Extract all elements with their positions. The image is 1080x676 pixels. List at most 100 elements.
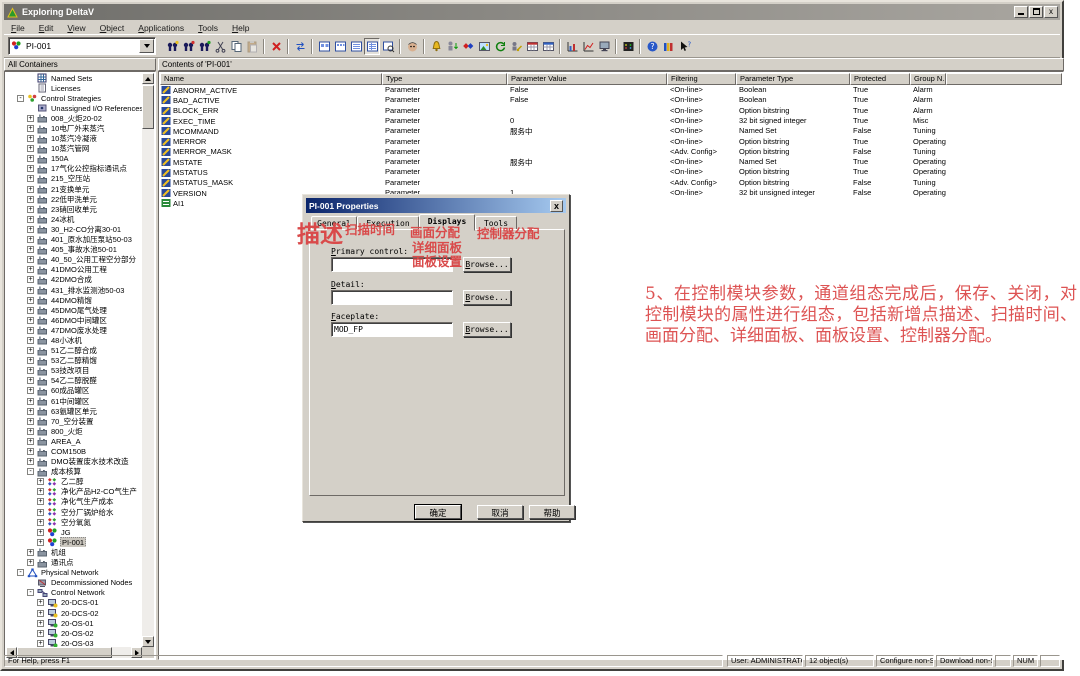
tree-item-com150b[interactable]: +COM150B <box>5 446 142 456</box>
table-row-mstate[interactable]: MSTATEParameter服务中<On-line>Named SetTrue… <box>160 157 1062 167</box>
expand-icon[interactable]: + <box>27 428 34 435</box>
tree-item-20-os-02[interactable]: +20-OS-02 <box>5 628 142 638</box>
binoculars-green-icon[interactable] <box>196 38 212 55</box>
expand-icon[interactable]: + <box>27 347 34 354</box>
view-small-icons-icon[interactable] <box>332 38 348 55</box>
paste-icon[interactable] <box>244 38 260 55</box>
tree-item-40150-03[interactable]: +401_原水加压泵站50-03 <box>5 235 142 245</box>
expand-icon[interactable]: + <box>27 549 34 556</box>
column-header-filtering[interactable]: Filtering <box>667 73 736 85</box>
expand-icon[interactable]: + <box>27 196 34 203</box>
table-row-merror-mask[interactable]: MERROR_MASKParameter<Adv. Config>Option … <box>160 147 1062 157</box>
tree-item-00820-02[interactable]: +008_火炬20-02 <box>5 113 142 123</box>
tree-item-45dmo[interactable]: +45DMO尾气处理 <box>5 305 142 315</box>
expand-icon[interactable]: + <box>37 488 44 495</box>
expand-icon[interactable]: + <box>27 135 34 142</box>
expand-icon[interactable]: + <box>27 327 34 334</box>
expand-icon[interactable]: + <box>27 266 34 273</box>
binoculars-red-icon[interactable] <box>180 38 196 55</box>
binoculars-yellow-icon[interactable] <box>164 38 180 55</box>
expand-icon[interactable]: + <box>27 145 34 152</box>
expand-icon[interactable]: + <box>27 155 34 162</box>
table-row-mcommand[interactable]: MCOMMANDParameter服务中<On-line>Named SetFa… <box>160 126 1062 136</box>
monitor-icon[interactable] <box>596 38 612 55</box>
tree-item-44dmo[interactable]: +44DMO精馏 <box>5 295 142 305</box>
tree-vertical-scrollbar[interactable] <box>142 73 154 647</box>
expand-icon[interactable]: + <box>27 357 34 364</box>
column-header-type[interactable]: Type <box>382 73 507 85</box>
tree-item-10[interactable]: +10蒸汽管网 <box>5 144 142 154</box>
tree-item-decommissionednodes[interactable]: Decommissioned Nodes <box>5 578 142 588</box>
tree-item-unassignedioreferences[interactable]: Unassigned I/O References <box>5 103 142 113</box>
expand-icon[interactable]: + <box>27 448 34 455</box>
swap-icon[interactable] <box>292 38 308 55</box>
tree-item-51[interactable]: +51乙二醇合成 <box>5 346 142 356</box>
expand-icon[interactable]: + <box>27 387 34 394</box>
tree-item[interactable]: +净化气生产成本 <box>5 497 142 507</box>
expand-icon[interactable]: + <box>37 529 44 536</box>
tree-item-controlstrategies[interactable]: -Control Strategies <box>5 93 142 103</box>
expand-icon[interactable]: + <box>37 498 44 505</box>
tree-item-dmo[interactable]: +DMO装置废水技术改造 <box>5 457 142 467</box>
tree-item-47dmo[interactable]: +47DMO废水处理 <box>5 325 142 335</box>
tree-item[interactable]: +空分氧氮 <box>5 517 142 527</box>
collapse-icon[interactable]: - <box>17 569 24 576</box>
expand-icon[interactable]: + <box>27 287 34 294</box>
copy-icon[interactable] <box>228 38 244 55</box>
tree-item-controlnetwork[interactable]: -Control Network <box>5 588 142 598</box>
tree-item-20-os-01[interactable]: +20-OS-01 <box>5 618 142 628</box>
tree-item-17[interactable]: +17气化公控指标通讯点 <box>5 164 142 174</box>
table-row-mstatus-mask[interactable]: MSTATUS_MASKParameter<Adv. Config>Option… <box>160 178 1062 188</box>
tree-item[interactable]: +空分厂锅炉给水 <box>5 507 142 517</box>
tree-item-areaa[interactable]: +AREA_A <box>5 436 142 446</box>
collapse-icon[interactable]: - <box>27 589 34 596</box>
tree-item-215[interactable]: +215_空压站 <box>5 174 142 184</box>
tree-item-21[interactable]: +21变换单元 <box>5 184 142 194</box>
view-large-icons-icon[interactable] <box>316 38 332 55</box>
expand-icon[interactable]: + <box>37 509 44 516</box>
expand-icon[interactable]: + <box>37 640 44 647</box>
dark-grid-icon[interactable] <box>620 38 636 55</box>
scroll-up-button[interactable] <box>142 73 154 84</box>
expand-icon[interactable]: + <box>27 367 34 374</box>
tree-item-42dmo[interactable]: +42DMO合成 <box>5 275 142 285</box>
context-help-icon[interactable]: ? <box>676 38 692 55</box>
expand-icon[interactable]: + <box>37 620 44 627</box>
expand-icon[interactable]: + <box>27 398 34 405</box>
expand-icon[interactable]: + <box>27 206 34 213</box>
tree-item-61[interactable]: +61中间罐区 <box>5 396 142 406</box>
expand-icon[interactable]: + <box>27 408 34 415</box>
help-icon[interactable]: ? <box>644 38 660 55</box>
ok-button[interactable]: 确定 <box>415 505 461 519</box>
cancel-button[interactable]: 取消 <box>477 505 523 519</box>
scroll-down-button[interactable] <box>142 636 154 647</box>
table-row-ai1[interactable]: AI1 <box>160 198 1062 208</box>
column-header-parameter-value[interactable]: Parameter Value <box>507 73 667 85</box>
alarm-bell-icon[interactable] <box>428 38 444 55</box>
view-list-icon[interactable] <box>348 38 364 55</box>
expand-icon[interactable]: + <box>37 539 44 546</box>
expand-icon[interactable]: + <box>27 317 34 324</box>
tree-item-physicalnetwork[interactable]: -Physical Network <box>5 568 142 578</box>
chart-icon[interactable] <box>564 38 580 55</box>
tree-item-60[interactable]: +60成品罐区 <box>5 386 142 396</box>
vertical-scroll-thumb[interactable] <box>142 85 154 129</box>
column-header-protected[interactable]: Protected <box>850 73 910 85</box>
tree-item-70[interactable]: +70_空分装置 <box>5 416 142 426</box>
expand-icon[interactable]: + <box>37 630 44 637</box>
expand-icon[interactable]: + <box>37 519 44 526</box>
tree-item-150a[interactable]: +150A <box>5 154 142 164</box>
update-icon[interactable] <box>492 38 508 55</box>
diagnostics-icon[interactable] <box>460 38 476 55</box>
tree-item-63[interactable]: +63氨罐区单元 <box>5 406 142 416</box>
menu-file[interactable]: File <box>4 22 32 34</box>
tree-item-23[interactable]: +23硝回收单元 <box>5 204 142 214</box>
expand-icon[interactable]: + <box>37 610 44 617</box>
expand-icon[interactable]: + <box>27 276 34 283</box>
tree-item[interactable]: +通讯点 <box>5 558 142 568</box>
table-row-exec-time[interactable]: EXEC_TIMEParameter0<On-line>32 bit signe… <box>160 116 1062 126</box>
expand-icon[interactable]: + <box>37 478 44 485</box>
tree-item-jg[interactable]: +JG <box>5 527 142 537</box>
expand-icon[interactable]: + <box>27 216 34 223</box>
tree-item-20-os-03[interactable]: +20-OS-03 <box>5 638 142 647</box>
